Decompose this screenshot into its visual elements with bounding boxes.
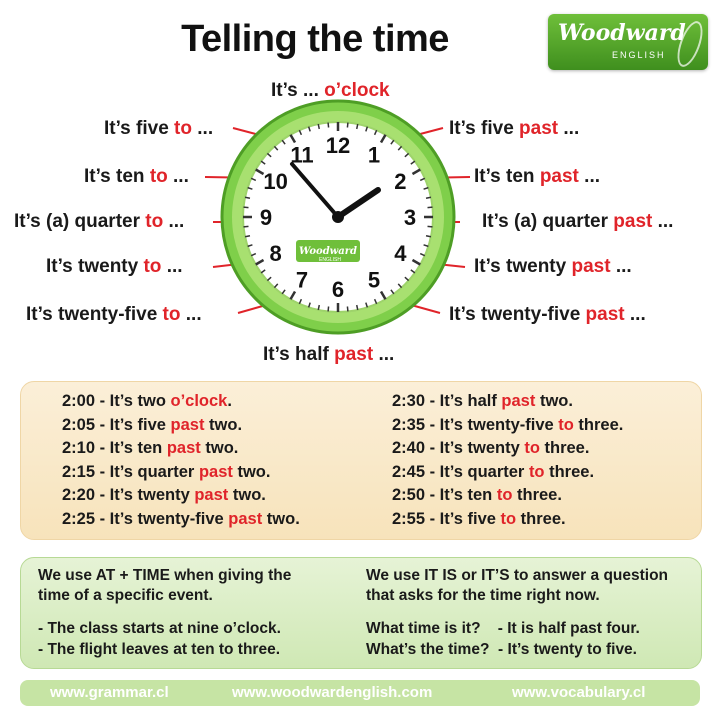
clock-tick: [425, 196, 432, 200]
clock-tick: [425, 234, 432, 238]
clock-number: 5: [368, 267, 380, 292]
label-ten-to: It’s ten to ...: [84, 166, 189, 187]
footer-link-grammar[interactable]: www.grammar.cl: [50, 684, 169, 701]
clock-tick: [243, 206, 249, 209]
time-example-row: 2:15 - It’s quarter past two.: [62, 462, 271, 481]
label-twenty-to: It’s twenty to ...: [46, 256, 183, 277]
label-five-to: It’s five to ...: [104, 118, 214, 139]
clock-number: 1: [368, 143, 380, 168]
time-example-row: 2:25 - It’s twenty-five past two.: [62, 509, 300, 528]
clock-number: 4: [394, 241, 407, 266]
face-logo-text: Woodward: [299, 246, 357, 257]
usage-left-intro-1: We use AT + TIME when giving the: [38, 567, 292, 584]
usage-left-example-1: - The class starts at nine o’clock.: [38, 620, 281, 637]
label-twenty-past: It’s twenty past ...: [474, 256, 632, 277]
clock-number: 6: [332, 277, 344, 302]
time-example-row: 2:35 - It’s twenty-five to three.: [392, 415, 624, 434]
clock-number: 9: [260, 205, 272, 230]
clock-number: 8: [270, 241, 282, 266]
clock-number: 10: [263, 169, 287, 194]
clock-tick: [244, 234, 251, 238]
usage-right-intro-2: that asks for the time right now.: [366, 587, 600, 604]
time-example-row: 2:30 - It’s half past two.: [392, 392, 573, 410]
label-five-past: It’s five past ...: [449, 118, 580, 139]
face-logo-subtext: ENGLISH: [319, 257, 341, 263]
footer-link-vocabulary[interactable]: www.vocabulary.cl: [512, 684, 645, 701]
time-example-row: 2:10 - It’s ten past two.: [62, 439, 239, 457]
time-example-row: 2:20 - It’s twenty past two.: [62, 486, 266, 504]
time-example-row: 2:55 - It’s five to three.: [392, 509, 566, 528]
clock-tick: [243, 225, 249, 228]
time-example-row: 2:50 - It’s ten to three.: [392, 486, 562, 504]
label-oclock: It’s ... o’clock: [271, 80, 390, 101]
label-quarter-past: It’s (a) quarter past ...: [482, 211, 674, 232]
clock-tick: [355, 123, 359, 130]
usage-right-example-1: What time is it? - It is half past four.: [366, 620, 640, 637]
label-half-past: It’s half past ...: [263, 344, 395, 365]
clock-tick: [327, 306, 330, 312]
clock-center: [332, 211, 344, 223]
clock-number: 12: [326, 133, 350, 158]
time-example-row: 2:00 - It’s two o’clock.: [62, 392, 232, 410]
clock-number: 7: [296, 267, 308, 292]
usage-right-intro-1: We use IT IS or IT’S to answer a questio…: [366, 567, 669, 584]
label-twentyfive-to: It’s twenty-five to ...: [26, 304, 202, 325]
clock-tick: [346, 122, 349, 128]
footer-link-woodward[interactable]: www.woodwardenglish.com: [232, 684, 432, 701]
clock-tick: [317, 304, 321, 311]
label-quarter-to: It’s (a) quarter to ...: [14, 211, 185, 232]
label-ten-past: It’s ten past ...: [474, 166, 601, 187]
clock-tick: [427, 206, 433, 209]
usage-left-example-2: - The flight leaves at ten to three.: [38, 641, 281, 658]
clock-number: 2: [394, 169, 406, 194]
clock-tick: [244, 196, 251, 200]
clock-tick: [346, 306, 349, 312]
usage-left-intro-2: time of a specific event.: [38, 587, 213, 604]
time-example-row: 2:05 - It’s five past two.: [62, 415, 243, 434]
clock-tick: [355, 304, 359, 311]
clock-tick: [427, 225, 433, 228]
time-example-row: 2:45 - It’s quarter to three.: [392, 462, 595, 481]
usage-right-example-2: What’s the time? - It’s twenty to five.: [366, 641, 637, 658]
clock-tick: [317, 123, 321, 130]
clock-tick: [327, 122, 330, 128]
time-example-row: 2:40 - It’s twenty to three.: [392, 439, 590, 457]
label-twentyfive-past: It’s twenty-five past ...: [449, 304, 646, 325]
clock-number: 3: [404, 205, 416, 230]
